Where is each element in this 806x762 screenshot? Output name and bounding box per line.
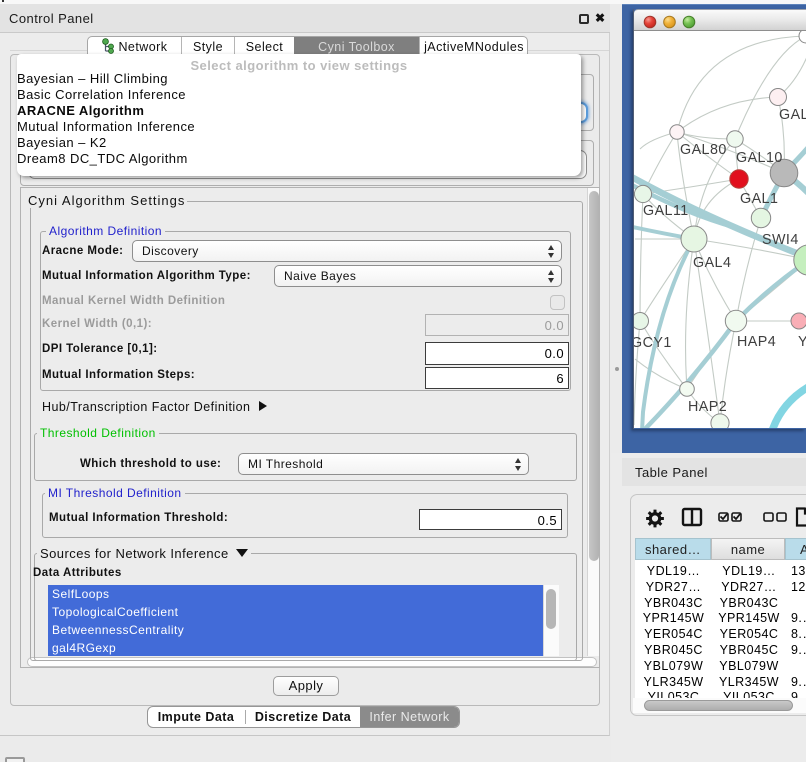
svg-text:GAL2: GAL2 — [779, 107, 806, 123]
svg-text:HAP4: HAP4 — [737, 334, 776, 350]
svg-text:GAL80: GAL80 — [680, 142, 727, 158]
svg-text:GAL1: GAL1 — [740, 191, 778, 207]
svg-text:GAL10: GAL10 — [736, 150, 783, 166]
svg-text:GAL4: GAL4 — [693, 255, 731, 271]
svg-text:HAP2: HAP2 — [688, 399, 727, 415]
svg-text:GAL11: GAL11 — [643, 203, 689, 219]
svg-text:YJ: YJ — [798, 334, 806, 350]
svg-text:GCY1: GCY1 — [634, 335, 672, 351]
svg-text:SWI4: SWI4 — [762, 232, 799, 248]
